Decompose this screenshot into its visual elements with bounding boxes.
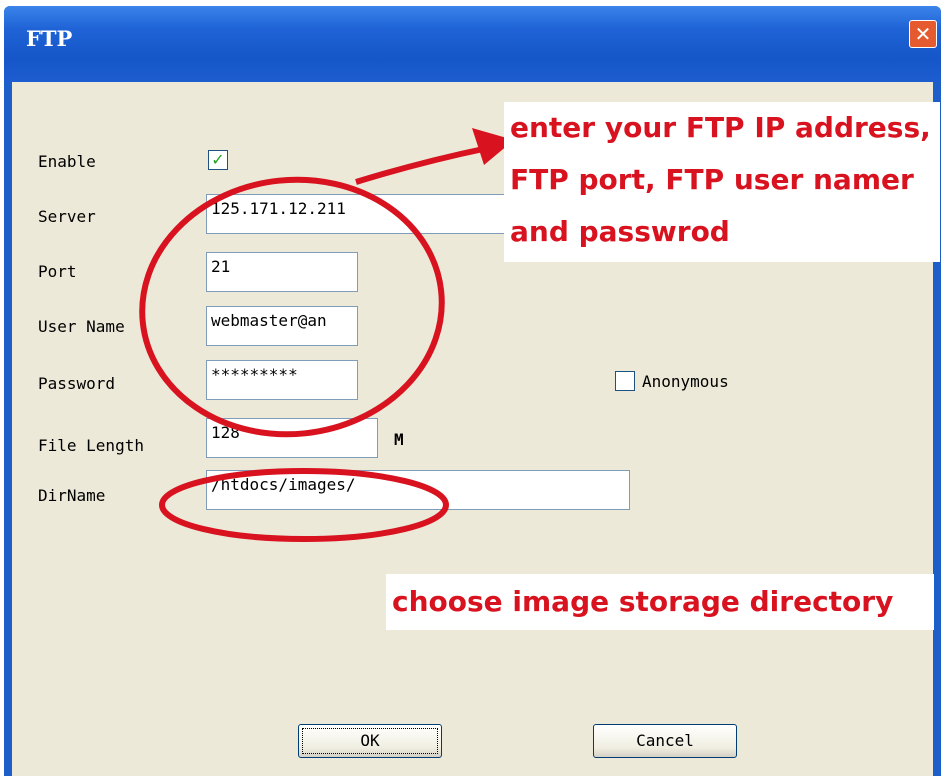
directory-instruction-callout: choose image storage directory	[386, 574, 934, 630]
callout-line-3: and passwrod	[510, 215, 730, 248]
callout-line-1: enter your FTP IP address,	[510, 111, 931, 144]
circle-dirname-annotation	[159, 468, 449, 542]
ftp-instruction-callout: enter your FTP IP address, FTP port, FTP…	[504, 102, 940, 262]
callout-line-2: FTP port, FTP user namer	[510, 163, 914, 196]
arrow-annotation	[355, 145, 489, 185]
circle-credentials-annotation	[139, 176, 445, 438]
